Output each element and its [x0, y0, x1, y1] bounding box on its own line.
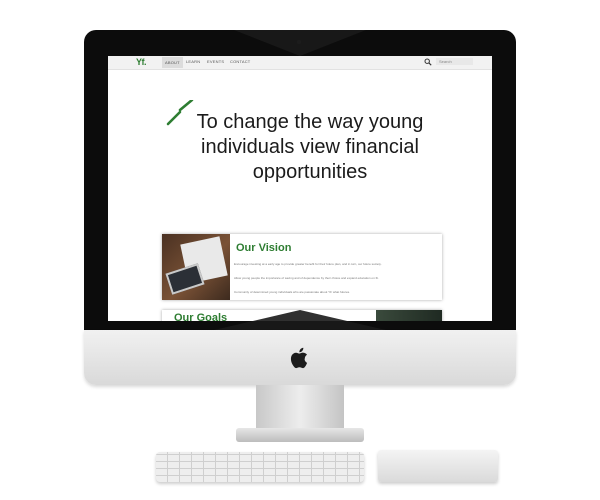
vision-image — [162, 234, 230, 300]
nav-item-about[interactable]: ABOUT — [162, 57, 183, 68]
monitor-stand — [256, 385, 344, 433]
hero-heading: To change the way young individuals view… — [196, 111, 424, 183]
nav-item-learn[interactable]: LEARN — [186, 59, 200, 64]
search-icon[interactable] — [424, 58, 432, 66]
monitor-stand-foot — [236, 428, 364, 442]
site-logo[interactable]: Yf. — [136, 57, 147, 67]
nav-item-contact[interactable]: CONTACT — [230, 59, 250, 64]
vision-title: Our Vision — [236, 242, 292, 254]
vision-card: Our Vision Encourage investing at a earl… — [162, 234, 442, 300]
search-input[interactable]: Search — [436, 58, 473, 65]
goals-card: Our Goals — [162, 310, 442, 321]
nav-item-events[interactable]: EVENTS — [207, 59, 224, 64]
goals-image — [376, 310, 442, 321]
vision-text-line: Allow young people the importance of sav… — [234, 276, 379, 280]
trackpad — [378, 450, 498, 482]
camera-icon — [297, 40, 301, 44]
vision-text-line: Encourage investing at a early age to pr… — [234, 262, 382, 266]
browser-screen: Yf. ABOUT LEARN EVENTS CONTACT Search To… — [108, 56, 492, 321]
vision-text-line: Community of determined young individual… — [234, 290, 351, 294]
apple-logo-icon — [290, 347, 308, 369]
keyboard — [156, 452, 364, 482]
goals-title: Our Goals — [174, 312, 228, 321]
site-navbar: Yf. ABOUT LEARN EVENTS CONTACT Search — [108, 56, 492, 70]
